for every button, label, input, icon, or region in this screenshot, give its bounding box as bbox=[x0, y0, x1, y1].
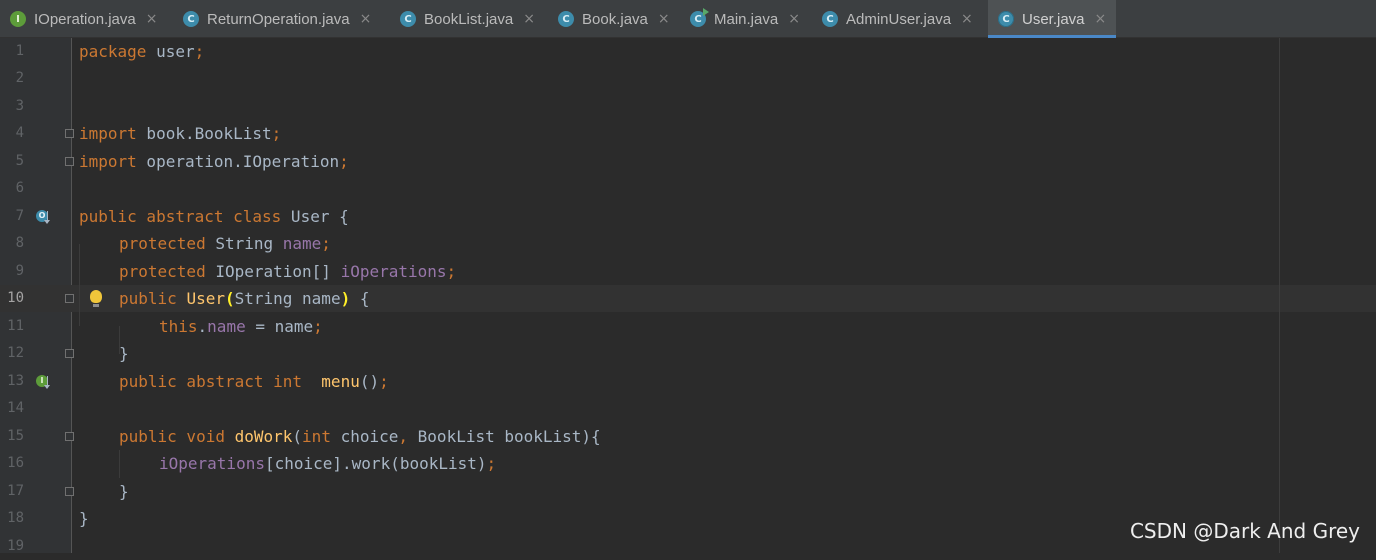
tab-ioperation[interactable]: I IOperation.java × bbox=[0, 0, 173, 38]
tab-label: User.java bbox=[1022, 10, 1085, 28]
tab-label: ReturnOperation.java bbox=[207, 10, 350, 28]
line-number: 12 bbox=[7, 345, 24, 361]
code-text[interactable]: import book.BookList; bbox=[79, 120, 281, 147]
tab-label: Book.java bbox=[582, 10, 648, 28]
line-number: 18 bbox=[7, 510, 24, 526]
tab-label: IOperation.java bbox=[34, 10, 136, 28]
code-line: 3 bbox=[0, 93, 1376, 120]
fold-marker-icon[interactable] bbox=[65, 432, 74, 441]
fold-marker-icon[interactable] bbox=[65, 294, 74, 303]
code-text[interactable]: } bbox=[119, 478, 129, 505]
code-line: 1 package user; bbox=[0, 38, 1376, 65]
tab-user[interactable]: C User.java × bbox=[988, 0, 1116, 38]
runnable-class-icon: C bbox=[690, 8, 709, 27]
line-number: 6 bbox=[15, 180, 24, 196]
line-number: 4 bbox=[15, 125, 24, 141]
code-line: 13 I public abstract int menu(); bbox=[0, 368, 1376, 395]
fold-marker-icon[interactable] bbox=[65, 129, 74, 138]
line-number: 14 bbox=[7, 400, 24, 416]
line-number: 9 bbox=[15, 263, 24, 279]
line-number: 8 bbox=[15, 235, 24, 251]
close-icon[interactable]: × bbox=[146, 11, 158, 27]
code-line: 5 import operation.IOperation; bbox=[0, 148, 1376, 175]
code-text[interactable]: public User(String name) { bbox=[119, 285, 369, 312]
down-arrow-icon bbox=[44, 211, 50, 224]
code-text[interactable]: } bbox=[119, 340, 129, 367]
down-arrow-icon bbox=[44, 376, 50, 389]
lightbulb-icon[interactable] bbox=[90, 290, 102, 307]
line-number: 2 bbox=[15, 70, 24, 86]
line-number: 11 bbox=[7, 318, 24, 334]
class-icon: C bbox=[183, 11, 199, 27]
code-line: 15 public void doWork(int choice, BookLi… bbox=[0, 423, 1376, 450]
code-line: 4 import book.BookList; bbox=[0, 120, 1376, 147]
code-text[interactable]: this.name = name; bbox=[159, 313, 323, 340]
code-line: 16 iOperations[choice].work(bookList); bbox=[0, 450, 1376, 477]
code-line: 17 } bbox=[0, 478, 1376, 505]
code-text[interactable]: protected String name; bbox=[119, 230, 331, 257]
line-number: 3 bbox=[15, 98, 24, 114]
code-text[interactable]: protected IOperation[] iOperations; bbox=[119, 258, 456, 285]
line-number: 15 bbox=[7, 428, 24, 444]
code-line: 7 O public abstract class User { bbox=[0, 203, 1376, 230]
line-number: 1 bbox=[15, 43, 24, 59]
code-line: 12 } bbox=[0, 340, 1376, 367]
editor-tab-bar: I IOperation.java × C ReturnOperation.ja… bbox=[0, 0, 1376, 38]
tab-main[interactable]: C Main.java × bbox=[680, 0, 812, 38]
tab-booklist[interactable]: C BookList.java × bbox=[390, 0, 548, 38]
line-number: 13 bbox=[7, 373, 24, 389]
interface-icon: I bbox=[10, 11, 26, 27]
class-icon: C bbox=[558, 11, 574, 27]
watermark: CSDN @Dark And Grey bbox=[1129, 519, 1360, 543]
code-line: 6 bbox=[0, 175, 1376, 202]
code-editor[interactable]: 1 package user; 2 3 4 import book.BookLi… bbox=[0, 38, 1376, 554]
close-icon[interactable]: × bbox=[360, 11, 372, 27]
code-text[interactable]: public abstract class User { bbox=[79, 203, 349, 230]
fold-marker-icon[interactable] bbox=[65, 487, 74, 496]
code-text[interactable]: iOperations[choice].work(bookList); bbox=[159, 450, 496, 477]
fold-marker-icon[interactable] bbox=[65, 349, 74, 358]
code-text[interactable]: } bbox=[79, 505, 89, 532]
line-number: 10 bbox=[7, 290, 24, 306]
tab-returnoperation[interactable]: C ReturnOperation.java × bbox=[173, 0, 390, 38]
code-line: 10 public User(String name) { bbox=[0, 285, 1376, 312]
tab-label: BookList.java bbox=[424, 10, 514, 28]
fold-marker-icon[interactable] bbox=[65, 157, 74, 166]
line-number: 7 bbox=[15, 208, 24, 224]
code-line: 9 protected IOperation[] iOperations; bbox=[0, 258, 1376, 285]
close-icon[interactable]: × bbox=[523, 11, 535, 27]
code-text[interactable]: public void doWork(int choice, BookList … bbox=[119, 423, 601, 450]
close-icon[interactable]: × bbox=[1095, 11, 1107, 27]
code-line: 8 protected String name; bbox=[0, 230, 1376, 257]
code-line: 2 bbox=[0, 65, 1376, 92]
tab-label: Main.java bbox=[714, 10, 779, 28]
close-icon[interactable]: × bbox=[658, 11, 670, 27]
tab-adminuser[interactable]: C AdminUser.java × bbox=[812, 0, 988, 38]
tab-label: AdminUser.java bbox=[846, 10, 952, 28]
class-icon: C bbox=[400, 11, 416, 27]
code-text[interactable]: public abstract int menu(); bbox=[119, 368, 389, 395]
line-number: 5 bbox=[15, 153, 24, 169]
tab-book[interactable]: C Book.java × bbox=[548, 0, 680, 38]
line-number: 19 bbox=[7, 538, 24, 554]
code-text[interactable]: import operation.IOperation; bbox=[79, 148, 349, 175]
line-number: 16 bbox=[7, 455, 24, 471]
abstract-class-icon: C bbox=[998, 11, 1014, 27]
close-icon[interactable]: × bbox=[788, 11, 800, 27]
code-text[interactable]: package user; bbox=[79, 38, 204, 65]
code-line: 14 bbox=[0, 395, 1376, 422]
close-icon[interactable]: × bbox=[961, 11, 973, 27]
line-number: 17 bbox=[7, 483, 24, 499]
code-line: 11 this.name = name; bbox=[0, 313, 1376, 340]
class-icon: C bbox=[822, 11, 838, 27]
